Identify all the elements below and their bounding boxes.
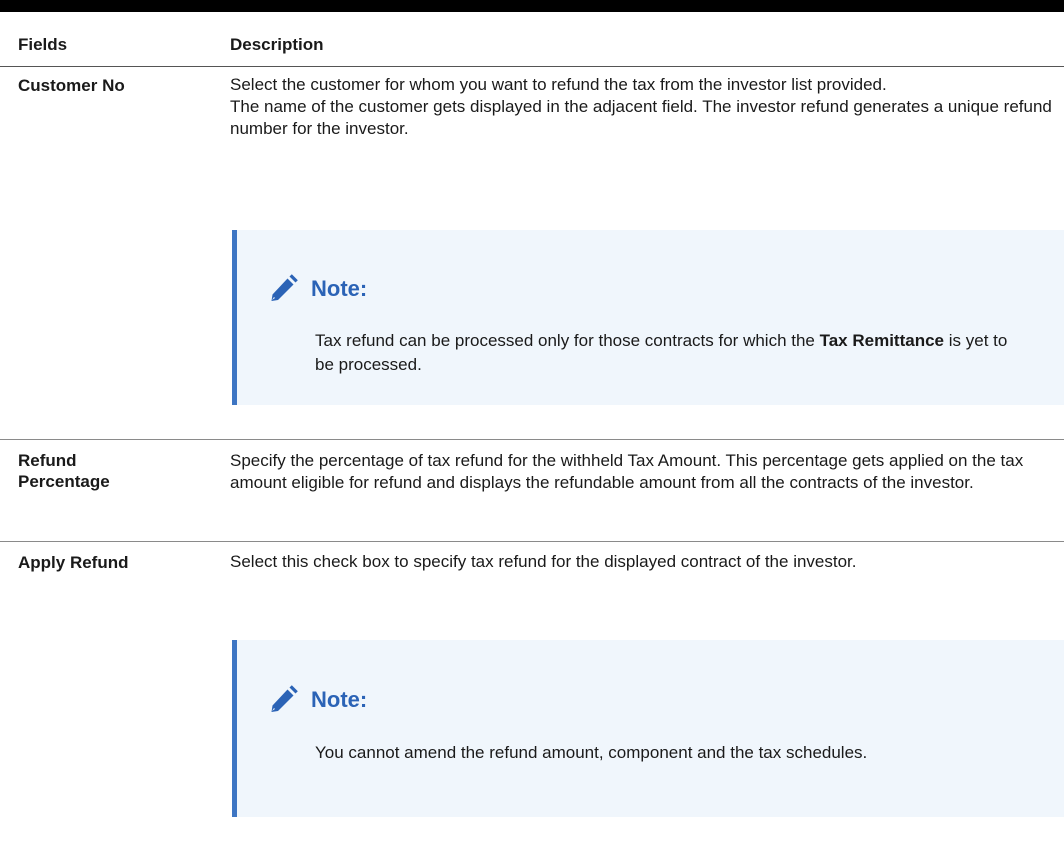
note-text: You cannot amend the refund amount, comp… [315,743,868,762]
field-name: Refund Percentage [18,451,110,491]
note-text: Tax refund can be processed only for tho… [315,331,1008,374]
note-title: Note: [311,687,368,712]
row-divider [0,439,1064,440]
column-header-fields: Fields [18,35,68,54]
note-header: Note: [267,273,367,305]
note-header: Note: [267,684,367,716]
description-text: Select the customer for whom you want to… [230,75,887,94]
header-divider [0,66,1064,67]
field-description: Select the customer for whom you want to… [230,74,1060,140]
description-text: The name of the customer gets displayed … [230,97,1052,138]
pencil-icon [267,273,299,305]
row-divider [0,541,1064,542]
field-name: Customer No [18,76,125,95]
field-name: Apply Refund [18,553,129,572]
note-box: Note: You cannot amend the refund amount… [232,640,1064,817]
field-description: Specify the percentage of tax refund for… [230,451,1024,492]
field-description: Select this check box to specify tax ref… [230,552,857,571]
note-bold-term: Tax Remittance [819,331,945,350]
column-header-description: Description [230,35,324,54]
top-rule [0,0,1064,12]
pencil-icon [267,684,299,716]
note-box: Note: Tax refund can be processed only f… [232,230,1064,405]
note-title: Note: [311,276,368,301]
